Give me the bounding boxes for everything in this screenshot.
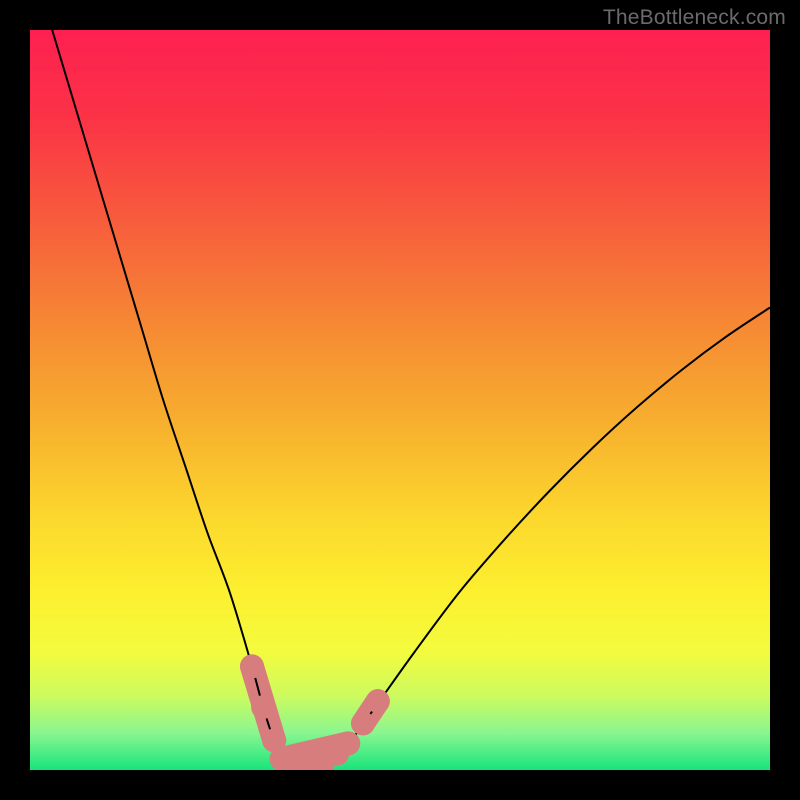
- chart-frame: TheBottleneck.com: [0, 0, 800, 800]
- watermark-label: TheBottleneck.com: [603, 6, 786, 30]
- anchor-point: [351, 711, 375, 735]
- anchor-point: [240, 654, 264, 678]
- anchor-point: [336, 731, 360, 755]
- bottleneck-curve: [52, 30, 770, 770]
- anchor-point: [366, 689, 390, 713]
- anchor-point: [251, 695, 275, 719]
- plot-area: [30, 30, 770, 770]
- curve-layer: [30, 30, 770, 770]
